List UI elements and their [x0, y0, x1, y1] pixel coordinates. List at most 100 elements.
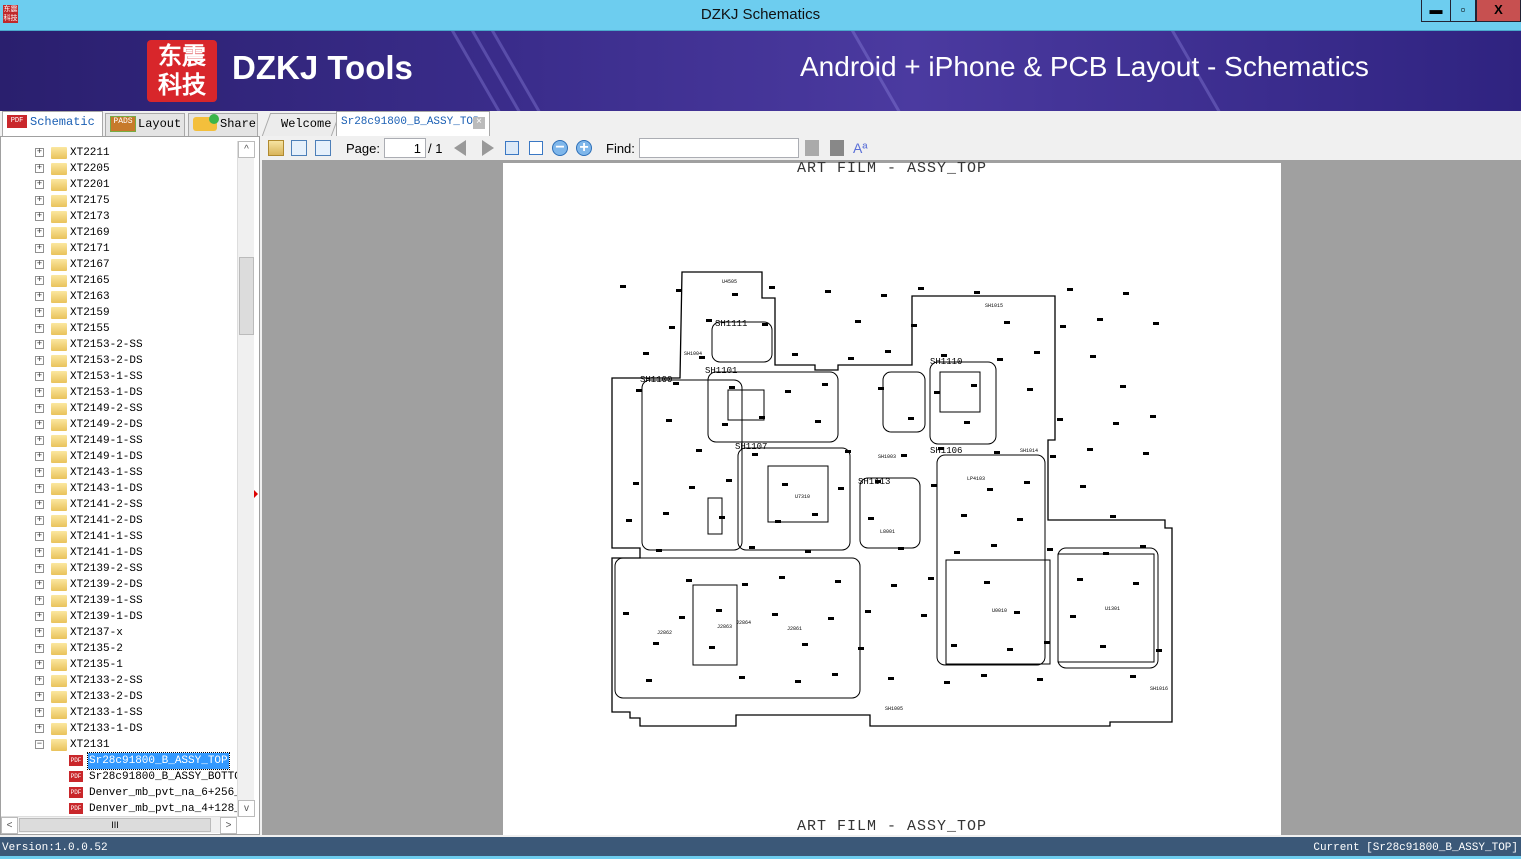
tree-folder[interactable]: + XT2143-1-SS: [1, 465, 237, 481]
tree-folder[interactable]: + XT2165: [1, 273, 237, 289]
tree-file[interactable]: PDF Sr28c91800_B_ASSY_TOP: [1, 752, 237, 770]
scroll-down-icon[interactable]: v: [238, 800, 255, 817]
expand-icon[interactable]: +: [35, 228, 44, 237]
tree-folder[interactable]: + XT2173: [1, 209, 237, 225]
tree-folder[interactable]: + XT2139-1-SS: [1, 593, 237, 609]
next-page-icon[interactable]: [482, 140, 494, 156]
expand-icon[interactable]: +: [35, 500, 44, 509]
expand-icon[interactable]: +: [35, 196, 44, 205]
tree-folder[interactable]: + XT2141-1-SS: [1, 529, 237, 545]
rotate-right-icon[interactable]: [291, 140, 307, 156]
tree-folder[interactable]: + XT2153-2-DS: [1, 353, 237, 369]
expand-icon[interactable]: +: [35, 404, 44, 413]
expand-icon[interactable]: +: [35, 564, 44, 573]
expand-icon[interactable]: +: [35, 692, 44, 701]
tree-folder[interactable]: + XT2149-1-DS: [1, 449, 237, 465]
tree-folder[interactable]: + XT2135-1: [1, 657, 237, 673]
scroll-thumb[interactable]: [239, 257, 254, 335]
expand-icon[interactable]: +: [35, 516, 44, 525]
tree-folder[interactable]: + XT2167: [1, 257, 237, 273]
match-case-icon[interactable]: Aª: [853, 140, 869, 156]
expand-icon[interactable]: +: [35, 260, 44, 269]
expand-icon[interactable]: +: [35, 724, 44, 733]
expand-icon[interactable]: +: [35, 420, 44, 429]
tree-folder[interactable]: + XT2171: [1, 241, 237, 257]
fit-width-icon[interactable]: [505, 141, 519, 155]
expand-icon[interactable]: +: [35, 388, 44, 397]
expand-icon[interactable]: +: [35, 292, 44, 301]
tree-folder[interactable]: + XT2175: [1, 193, 237, 209]
tree-file[interactable]: PDF Sr28c91800_B_ASSY_BOTTOM: [1, 769, 237, 785]
tree-folder[interactable]: + XT2133-1-SS: [1, 705, 237, 721]
close-tab-icon[interactable]: ×: [473, 117, 485, 129]
expand-icon[interactable]: +: [35, 676, 44, 685]
tab-share[interactable]: Share: [188, 113, 258, 136]
find-input[interactable]: [639, 138, 799, 158]
tree-file[interactable]: PDF Denver_mb_pvt_na_6+256_SC: [1, 785, 237, 801]
expand-icon[interactable]: +: [35, 708, 44, 717]
expand-icon[interactable]: +: [35, 212, 44, 221]
expand-icon[interactable]: +: [35, 324, 44, 333]
scroll-thumb[interactable]: III: [19, 818, 211, 832]
page-input[interactable]: [384, 138, 426, 158]
collapse-icon[interactable]: −: [35, 740, 44, 749]
tree-folder[interactable]: + XT2149-2-DS: [1, 417, 237, 433]
open-icon[interactable]: [268, 140, 284, 156]
expand-icon[interactable]: +: [35, 148, 44, 157]
tree-folder[interactable]: + XT2137-x: [1, 625, 237, 641]
expand-icon[interactable]: +: [35, 372, 44, 381]
expand-icon[interactable]: +: [35, 468, 44, 477]
tree-folder[interactable]: + XT2139-1-DS: [1, 609, 237, 625]
zoom-out-icon[interactable]: −: [552, 140, 568, 156]
tree-folder[interactable]: + XT2133-2-DS: [1, 689, 237, 705]
tree-folder[interactable]: + XT2153-1-DS: [1, 385, 237, 401]
expand-icon[interactable]: +: [35, 356, 44, 365]
rotate-left-icon[interactable]: [315, 140, 331, 156]
expand-icon[interactable]: +: [35, 548, 44, 557]
expand-icon[interactable]: +: [35, 436, 44, 445]
tree-folder[interactable]: + XT2133-2-SS: [1, 673, 237, 689]
expand-icon[interactable]: +: [35, 452, 44, 461]
tree-folder[interactable]: + XT2211: [1, 145, 237, 161]
panel-splitter-arrow[interactable]: [254, 490, 258, 498]
fit-page-icon[interactable]: [529, 141, 543, 155]
expand-icon[interactable]: +: [35, 484, 44, 493]
tree-folder[interactable]: + XT2205: [1, 161, 237, 177]
expand-icon[interactable]: +: [35, 628, 44, 637]
zoom-in-icon[interactable]: +: [576, 140, 592, 156]
tree-folder[interactable]: + XT2141-2-SS: [1, 497, 237, 513]
tree-folder[interactable]: + XT2133-1-DS: [1, 721, 237, 737]
tree-folder[interactable]: + XT2139-2-DS: [1, 577, 237, 593]
expand-icon[interactable]: +: [35, 244, 44, 253]
tree-horizontal-scrollbar[interactable]: < III >: [1, 816, 237, 834]
tree-folder[interactable]: + XT2153-2-SS: [1, 337, 237, 353]
scroll-right-icon[interactable]: >: [220, 817, 237, 834]
expand-icon[interactable]: +: [35, 660, 44, 669]
tree-folder[interactable]: + XT2141-1-DS: [1, 545, 237, 561]
scroll-left-icon[interactable]: <: [1, 817, 18, 834]
tree-folder[interactable]: + XT2141-2-DS: [1, 513, 237, 529]
expand-icon[interactable]: +: [35, 596, 44, 605]
tree-folder[interactable]: + XT2143-1-DS: [1, 481, 237, 497]
find-previous-icon[interactable]: [805, 140, 819, 156]
tree-folder[interactable]: + XT2163: [1, 289, 237, 305]
expand-icon[interactable]: +: [35, 532, 44, 541]
tab-document[interactable]: Sr28c91800_B_ASSY_TOP ×: [336, 111, 490, 136]
scroll-up-icon[interactable]: ^: [238, 141, 255, 158]
tree-vertical-scrollbar[interactable]: ^ v: [237, 141, 255, 817]
expand-icon[interactable]: +: [35, 580, 44, 589]
tree-folder[interactable]: + XT2149-1-SS: [1, 433, 237, 449]
expand-icon[interactable]: +: [35, 164, 44, 173]
tree-file[interactable]: PDF Denver_mb_pvt_na_4+128_SC: [1, 801, 237, 817]
tab-layout[interactable]: PADS Layout: [105, 113, 185, 136]
expand-icon[interactable]: +: [35, 308, 44, 317]
minimize-button[interactable]: ▬: [1421, 0, 1451, 22]
tree-folder[interactable]: + XT2159: [1, 305, 237, 321]
previous-page-icon[interactable]: [454, 140, 466, 156]
expand-icon[interactable]: +: [35, 276, 44, 285]
tree-folder[interactable]: + XT2139-2-SS: [1, 561, 237, 577]
maximize-button[interactable]: ▫: [1450, 0, 1476, 22]
tab-welcome[interactable]: Welcome: [261, 113, 341, 136]
tree-folder[interactable]: + XT2155: [1, 321, 237, 337]
tree-folder[interactable]: + XT2153-1-SS: [1, 369, 237, 385]
